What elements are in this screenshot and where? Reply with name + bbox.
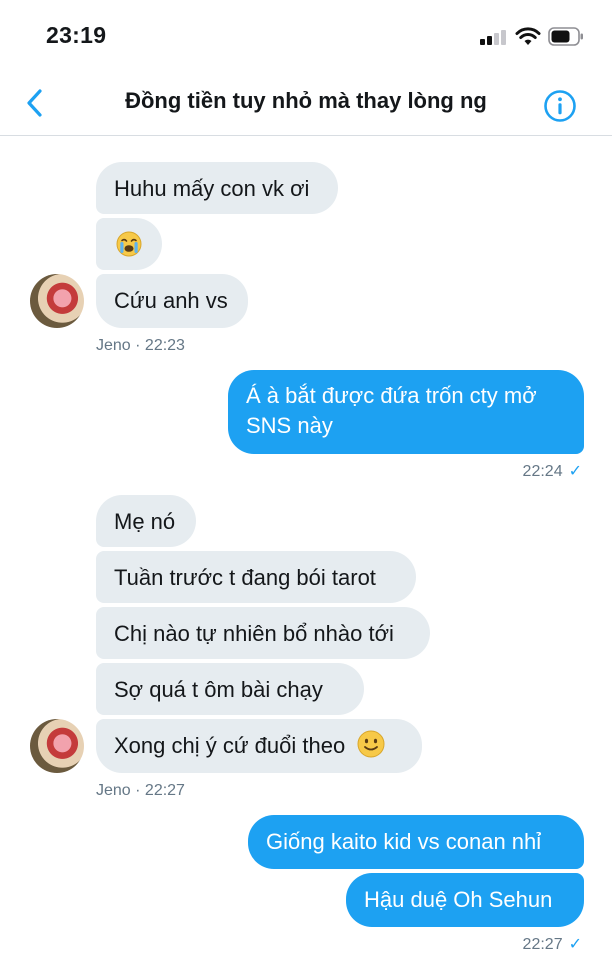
checkmark-icon: ✓ xyxy=(568,936,582,953)
incoming-message[interactable]: Chị nào tự nhiên bổ nhào tới xyxy=(96,607,430,659)
outgoing-message[interactable]: Hậu duệ Oh Sehun xyxy=(346,873,584,927)
incoming-message[interactable]: Huhu mấy con vk ơi xyxy=(96,162,338,214)
message-text: SNS này xyxy=(246,413,333,438)
status-bar: 23:19 xyxy=(0,0,612,70)
message-text: Xong chị ý cứ đuổi theo xyxy=(114,733,346,758)
message-text: Chị nào tự nhiên bổ nhào tới xyxy=(114,621,394,646)
message-text: Mẹ nó xyxy=(114,509,176,534)
message-text: Sợ quá t ôm bài chạy xyxy=(114,677,323,702)
cellular-signal-icon xyxy=(480,29,510,45)
checkmark-icon: ✓ xyxy=(568,463,582,480)
message-meta: Jeno · 22:27 xyxy=(96,782,185,799)
outgoing-message[interactable]: Á à bắt được đứa trốn cty mở SNS này xyxy=(228,370,584,454)
message-text: Huhu mấy con vk ơi xyxy=(114,176,310,201)
conversation-title: Đồng tiền tuy nhỏ mà thay lòng ng xyxy=(125,88,487,113)
battery-icon xyxy=(548,27,583,46)
sender-avatar[interactable] xyxy=(30,719,84,773)
info-icon[interactable] xyxy=(543,89,577,123)
incoming-message[interactable]: Xong chị ý cứ đuổi theo xyxy=(96,719,422,773)
message-text: Hậu duệ Oh Sehun xyxy=(364,887,553,912)
message-text: Giống kaito kid vs conan nhỉ xyxy=(266,829,542,854)
outgoing-message[interactable]: Giống kaito kid vs conan nhỉ xyxy=(248,815,584,869)
message-meta: 22:24 ✓ xyxy=(523,461,582,481)
status-time: 23:19 xyxy=(46,22,107,48)
message-text: Tuần trước t đang bói tarot xyxy=(114,565,376,590)
message-time: 22:24 xyxy=(522,463,563,480)
message-text: Cứu anh vs xyxy=(114,288,228,313)
message-meta: Jeno · 22:23 xyxy=(96,337,185,354)
incoming-message[interactable]: Tuần trước t đang bói tarot xyxy=(96,551,416,603)
incoming-message[interactable]: Mẹ nó xyxy=(96,495,196,547)
wifi-icon xyxy=(515,27,541,45)
incoming-message[interactable]: Sợ quá t ôm bài chạy xyxy=(96,663,364,715)
crying-face-emoji xyxy=(116,231,142,257)
incoming-message[interactable]: Cứu anh vs xyxy=(96,274,248,328)
back-chevron-icon[interactable] xyxy=(22,86,48,120)
message-time: 22:27 xyxy=(522,936,563,953)
conversation-header: Đồng tiền tuy nhỏ mà thay lòng ng xyxy=(0,70,612,136)
sender-avatar[interactable] xyxy=(30,274,84,328)
message-meta: 22:27 ✓ xyxy=(523,934,582,954)
smiling-face-emoji xyxy=(357,730,385,758)
message-text: Á à bắt được đứa trốn cty mở xyxy=(246,383,537,408)
incoming-message[interactable] xyxy=(96,218,162,270)
